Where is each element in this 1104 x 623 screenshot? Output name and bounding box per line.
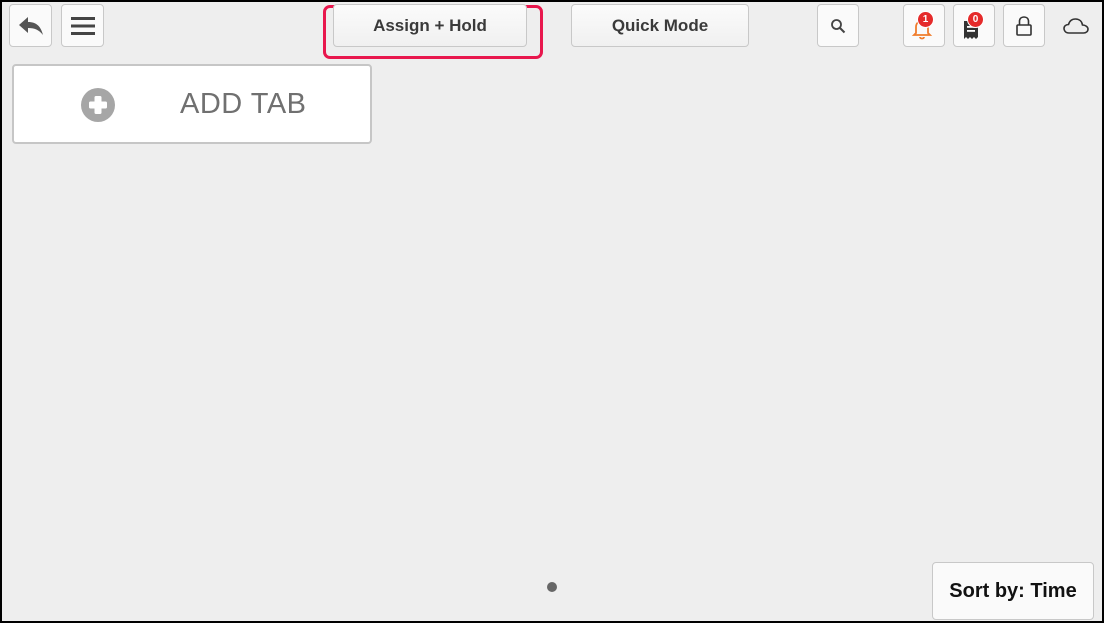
receipts-button[interactable]: 0 <box>953 4 995 47</box>
cloud-sync-button[interactable] <box>1054 4 1098 47</box>
plus-circle-icon <box>81 88 115 122</box>
page-indicator-dot <box>547 582 557 592</box>
pos-screen: Assign + Hold Quick Mode 1 0 ADD TAB Sor… <box>2 2 1102 621</box>
quick-mode-label: Quick Mode <box>611 15 709 35</box>
lock-button[interactable] <box>1003 4 1045 47</box>
search-icon <box>831 18 846 33</box>
reply-arrow-icon <box>18 16 43 35</box>
search-button[interactable] <box>817 4 859 47</box>
quick-mode-button[interactable]: Quick Mode <box>571 4 749 47</box>
sort-by-label: Sort by: Time <box>949 579 1077 602</box>
add-tab-label: ADD TAB <box>180 88 307 120</box>
sort-by-button[interactable]: Sort by: Time <box>932 562 1094 620</box>
hamburger-menu-icon <box>70 16 95 35</box>
cloud-icon <box>1063 17 1089 34</box>
lock-icon <box>1016 15 1032 36</box>
notifications-count-badge: 1 <box>917 11 934 28</box>
menu-button[interactable] <box>61 4 104 47</box>
assign-hold-button[interactable]: Assign + Hold <box>333 4 527 47</box>
notifications-button[interactable]: 1 <box>903 4 945 47</box>
receipts-count-badge: 0 <box>967 11 984 28</box>
back-button[interactable] <box>9 4 52 47</box>
add-tab-button[interactable]: ADD TAB <box>12 64 372 144</box>
assign-hold-label: Assign + Hold <box>373 15 487 35</box>
